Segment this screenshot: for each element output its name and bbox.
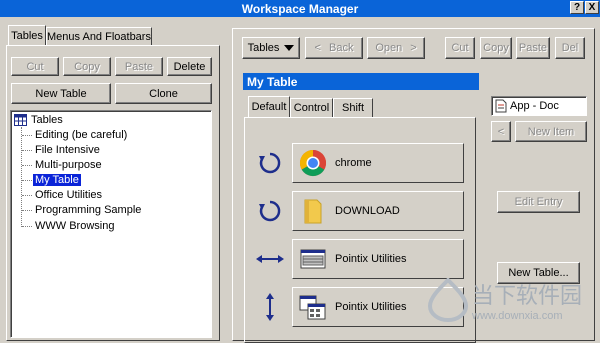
window-grid-icon: [299, 295, 326, 320]
toolbar-copy-button[interactable]: Copy: [480, 37, 512, 59]
dropdown-arrow-icon: [284, 45, 295, 51]
entry-label: DOWNLOAD: [335, 205, 400, 217]
tree-branch: [22, 135, 32, 136]
tree-item-file-intensive[interactable]: File Intensive: [33, 142, 102, 157]
toolbar-cut-button[interactable]: Cut: [445, 37, 475, 59]
open-button[interactable]: Open >: [367, 37, 425, 59]
open-arrow-icon: >: [410, 42, 417, 54]
tree-item-editing[interactable]: Editing (be careful): [33, 127, 129, 142]
tree-connector: [21, 127, 22, 227]
copy-button[interactable]: Copy: [63, 57, 111, 76]
clone-button[interactable]: Clone: [115, 83, 212, 104]
new-table-button[interactable]: New Table: [11, 83, 111, 104]
watermark-url: www.downxia.com: [472, 310, 563, 322]
watermark: 当下软件园 www.downxia.com: [426, 270, 596, 332]
back-button[interactable]: < Back: [305, 37, 363, 59]
tree-branch: [22, 165, 32, 166]
entry-chrome[interactable]: chrome: [292, 143, 464, 183]
tree-branch: [22, 195, 32, 196]
chrome-icon: [299, 149, 327, 177]
tree-item-my-table[interactable]: My Table: [33, 172, 81, 187]
delete-button[interactable]: Delete: [167, 57, 212, 76]
back-arrow-icon: <: [314, 42, 321, 54]
tree-item-office-utilities[interactable]: Office Utilities: [33, 187, 104, 202]
entry-label: Pointix Utilities: [335, 253, 407, 265]
help-button[interactable]: ?: [570, 1, 584, 14]
new-item-button[interactable]: New Item: [515, 121, 587, 142]
close-button[interactable]: X: [585, 1, 599, 14]
keyboard-window-icon: [300, 249, 326, 269]
watermark-logo-icon: [428, 278, 468, 322]
window-title: Workspace Manager: [241, 1, 359, 16]
document-icon: [495, 99, 507, 113]
tree-item-multi-purpose[interactable]: Multi-purpose: [33, 157, 104, 172]
horizontal-arrows-icon[interactable]: [253, 242, 287, 276]
watermark-brand: 当下软件园: [472, 284, 583, 309]
tree-root-label: Tables: [31, 113, 63, 126]
edit-entry-button[interactable]: Edit Entry: [497, 191, 580, 213]
cut-button[interactable]: Cut: [11, 57, 59, 76]
tree-branch: [22, 150, 32, 151]
entry-label: Pointix Utilities: [335, 301, 407, 313]
tree-root[interactable]: Tables: [14, 112, 65, 127]
tab-menus-and-floatbars[interactable]: Menus And Floatbars: [46, 27, 152, 45]
table-icon: [14, 113, 27, 126]
tree-branch: [22, 226, 32, 227]
vertical-arrows-icon[interactable]: [253, 290, 287, 324]
table-title: My Table: [247, 74, 298, 89]
paste-button[interactable]: Paste: [115, 57, 163, 76]
rotate-icon[interactable]: [253, 146, 287, 180]
tree-item-programming-sample[interactable]: Programming Sample: [33, 202, 143, 217]
entry-download[interactable]: DOWNLOAD: [292, 191, 464, 231]
tab-default[interactable]: Default: [248, 96, 290, 117]
app-doc-field[interactable]: App - Doc: [491, 96, 587, 116]
tree-branch: [22, 180, 32, 181]
tab-control[interactable]: Control: [290, 98, 333, 117]
tree-item-www-browsing[interactable]: WWW Browsing: [33, 218, 116, 233]
tree-branch: [22, 210, 32, 211]
rotate-icon[interactable]: [253, 194, 287, 228]
item-back-button[interactable]: <: [491, 121, 511, 142]
tab-shift[interactable]: Shift: [333, 98, 373, 117]
entry-label: chrome: [335, 157, 372, 169]
toolbar-del-button[interactable]: Del: [555, 37, 585, 59]
tables-dropdown-button[interactable]: Tables: [242, 37, 300, 59]
toolbar-paste-button[interactable]: Paste: [516, 37, 550, 59]
tab-tables[interactable]: Tables: [8, 25, 46, 45]
window-title-bar: Workspace Manager: [0, 0, 600, 17]
table-title-bar: My Table: [243, 73, 479, 90]
folder-icon: [304, 199, 322, 224]
